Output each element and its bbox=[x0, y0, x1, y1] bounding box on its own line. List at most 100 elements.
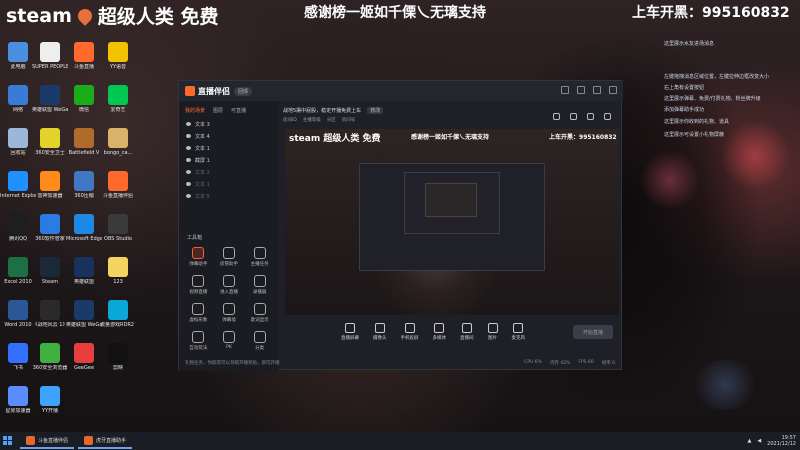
close-icon[interactable] bbox=[609, 86, 617, 94]
desktop-icon[interactable]: Steam bbox=[32, 257, 68, 285]
settings-icon[interactable] bbox=[561, 86, 569, 94]
start-live-button[interactable]: 开始直播 bbox=[573, 325, 613, 339]
desktop-icon[interactable]: 英雄联盟 WeGame版 bbox=[66, 300, 102, 328]
clock[interactable]: 19:57 2021/12/12 bbox=[767, 435, 796, 447]
source-control[interactable]: 手机投屏 bbox=[401, 323, 419, 341]
side-note: 这里展示弹幕、免费/付费礼物、粉丝牌升级 bbox=[664, 96, 761, 102]
tool-button[interactable]: 弹幕墙 bbox=[214, 303, 245, 323]
app-badge[interactable]: 回馈 bbox=[234, 86, 253, 96]
start-button[interactable] bbox=[0, 432, 16, 450]
more-icon[interactable] bbox=[604, 113, 611, 120]
share-icon[interactable] bbox=[553, 113, 560, 120]
taskbar: 斗鱼直播伴侣 虎牙直播助手 ▲ ◀ 19:57 2021/12/12 bbox=[0, 432, 800, 450]
scene-tab[interactable]: 图层 bbox=[213, 107, 223, 114]
tool-button[interactable]: 视频直播 bbox=[183, 275, 214, 295]
scene-item[interactable]: 截屏 1 bbox=[179, 154, 279, 166]
desktop-icon[interactable]: 剪映 bbox=[100, 343, 136, 371]
desktop-icon[interactable]: 雷神加速器 bbox=[32, 171, 68, 199]
gift-icon[interactable] bbox=[587, 113, 594, 120]
source-control[interactable]: 图片 bbox=[487, 323, 498, 341]
eye-icon[interactable] bbox=[186, 182, 191, 186]
minimize-icon[interactable] bbox=[577, 86, 585, 94]
eye-icon[interactable] bbox=[186, 122, 191, 126]
desktop-icon[interactable]: 流量游戏RDR2 WeGame版 bbox=[100, 300, 136, 328]
tool-button[interactable]: PK bbox=[214, 331, 245, 351]
desktop-icon[interactable]: Excel 2010 bbox=[0, 257, 36, 285]
desktop-icon[interactable]: bongo_ca... bbox=[100, 128, 136, 156]
source-control[interactable]: 麦克风 bbox=[512, 323, 525, 341]
eye-icon[interactable] bbox=[186, 134, 191, 138]
room-info-item: 房间号 bbox=[341, 118, 356, 123]
tool-button[interactable]: 进入直播 bbox=[214, 275, 245, 295]
scene-label: 文本 1 bbox=[195, 145, 210, 152]
app-icon bbox=[8, 42, 28, 62]
desktop-icon[interactable]: Word 2010 bbox=[0, 300, 36, 328]
eye-icon[interactable] bbox=[186, 158, 191, 162]
desktop-icon[interactable]: GeeGee bbox=[66, 343, 102, 371]
desktop-icon[interactable]: 360安全卫士 bbox=[32, 128, 68, 156]
desktop-icon[interactable]: 英雄联盟 bbox=[66, 257, 102, 285]
desktop-icon[interactable]: 腾讯QQ bbox=[0, 214, 36, 242]
taskbar-item[interactable]: 虎牙直播助手 bbox=[78, 433, 133, 449]
scene-item[interactable]: 文本 1 bbox=[179, 142, 279, 154]
desktop-icon[interactable]: 英雄联盟 WeGame版 bbox=[32, 85, 68, 113]
desktop-icon[interactable]: 360软件管家 bbox=[32, 214, 68, 242]
desktop-icon[interactable]: 网络 bbox=[0, 85, 36, 113]
volume-icon[interactable]: ◀ bbox=[757, 438, 761, 444]
scene-item[interactable]: 文本 4 bbox=[179, 130, 279, 142]
tool-button[interactable]: 互动玩法 bbox=[183, 331, 214, 351]
source-control[interactable]: 直播间 bbox=[460, 323, 474, 341]
edit-title-button[interactable]: 修改 bbox=[367, 106, 384, 114]
eye-icon[interactable] bbox=[186, 170, 191, 174]
desktop-icon[interactable]: YY开播 bbox=[32, 386, 68, 414]
desktop-icon[interactable]: OBS Studio bbox=[100, 214, 136, 242]
source-controls: 直播屏幕 摄像头 手机投屏 多媒体 直播间 图片 麦克风 bbox=[285, 323, 619, 347]
desktop-icon[interactable]: Internet Explorer bbox=[0, 171, 36, 199]
desktop-icon[interactable]: 360安全浏览器 bbox=[32, 343, 68, 371]
eye-icon[interactable] bbox=[186, 194, 191, 198]
desktop-icon[interactable]: 此电脑 bbox=[0, 42, 36, 70]
maximize-icon[interactable] bbox=[593, 86, 601, 94]
desktop-icon[interactable]: 飞书 bbox=[0, 343, 36, 371]
desktop-icon[interactable]: 爱奇艺 bbox=[100, 85, 136, 113]
taskbar-item[interactable]: 斗鱼直播伴侣 bbox=[20, 433, 75, 449]
network-icon[interactable]: ▲ bbox=[747, 438, 751, 444]
desktop-icon[interactable]: 回收站 bbox=[0, 128, 36, 156]
source-control[interactable]: 摄像头 bbox=[373, 323, 387, 341]
scene-tab[interactable]: 我的场景 bbox=[185, 107, 205, 114]
tool-button[interactable]: 虚拟形象 bbox=[183, 303, 214, 323]
tool-button[interactable]: 主播任务 bbox=[244, 247, 275, 267]
scene-tab[interactable]: 可直播 bbox=[231, 107, 246, 114]
scene-item[interactable]: 文本 3 bbox=[179, 118, 279, 130]
source-control[interactable]: 直播屏幕 bbox=[341, 323, 359, 341]
desktop-icon[interactable]: 斗鱼直播 bbox=[66, 42, 102, 70]
desktop-icon[interactable]: 斗鱼直播伴侣 bbox=[100, 171, 136, 199]
tool-button[interactable]: 房管助手 bbox=[214, 247, 245, 267]
tool-button[interactable]: 弹幕助手 bbox=[183, 247, 214, 267]
desktop-icon-label: Excel 2010 bbox=[4, 279, 32, 285]
app-titlebar[interactable]: 直播伴侣 回馈 bbox=[179, 81, 623, 101]
tool-button[interactable]: 歌词显示 bbox=[244, 303, 275, 323]
source-control[interactable]: 多媒体 bbox=[433, 323, 446, 341]
scene-item[interactable]: 文本 1 bbox=[179, 178, 279, 190]
streaming-app-window[interactable]: 直播伴侣 回馈 我的场景 图层 可直播 文本 3 文本 4 文本 1 截屏 1 文本 2 文本… bbox=[178, 80, 623, 371]
tool-button[interactable]: 录播器 bbox=[244, 275, 275, 295]
desktop-icon[interactable]: YY语音 bbox=[100, 42, 136, 70]
scene-label: 文本 2 bbox=[195, 169, 210, 176]
desktop-icon[interactable]: 星际加速器 bbox=[0, 386, 36, 414]
eye-icon[interactable] bbox=[186, 146, 191, 150]
desktop-icon[interactable]: Microsoft Edge bbox=[66, 214, 102, 242]
desktop-icon[interactable]: 123 bbox=[100, 257, 136, 285]
steam-text: steam bbox=[6, 4, 72, 27]
desktop-icon[interactable]: Battlefield V bbox=[66, 128, 102, 156]
stream-preview[interactable]: steam 超级人类 免费 感谢榜一姬如千傈乀无璃支持 上车开黑：9951608… bbox=[285, 129, 619, 315]
lock-icon[interactable] bbox=[570, 113, 577, 120]
scene-item[interactable]: 文本 5 bbox=[179, 190, 279, 202]
tool-button[interactable]: 分类 bbox=[244, 331, 275, 351]
desktop-icon[interactable]: 微信 bbox=[66, 85, 102, 113]
scene-item[interactable]: 文本 2 bbox=[179, 166, 279, 178]
desktop-icon[interactable]: 《战地风云 1》 bbox=[32, 300, 68, 328]
desktop-icon[interactable]: SUPER PEOPLE CBT bbox=[32, 42, 68, 70]
desktop-icon[interactable]: 360压缩 bbox=[66, 171, 102, 199]
desktop-icon-label: 360压缩 bbox=[74, 193, 94, 199]
